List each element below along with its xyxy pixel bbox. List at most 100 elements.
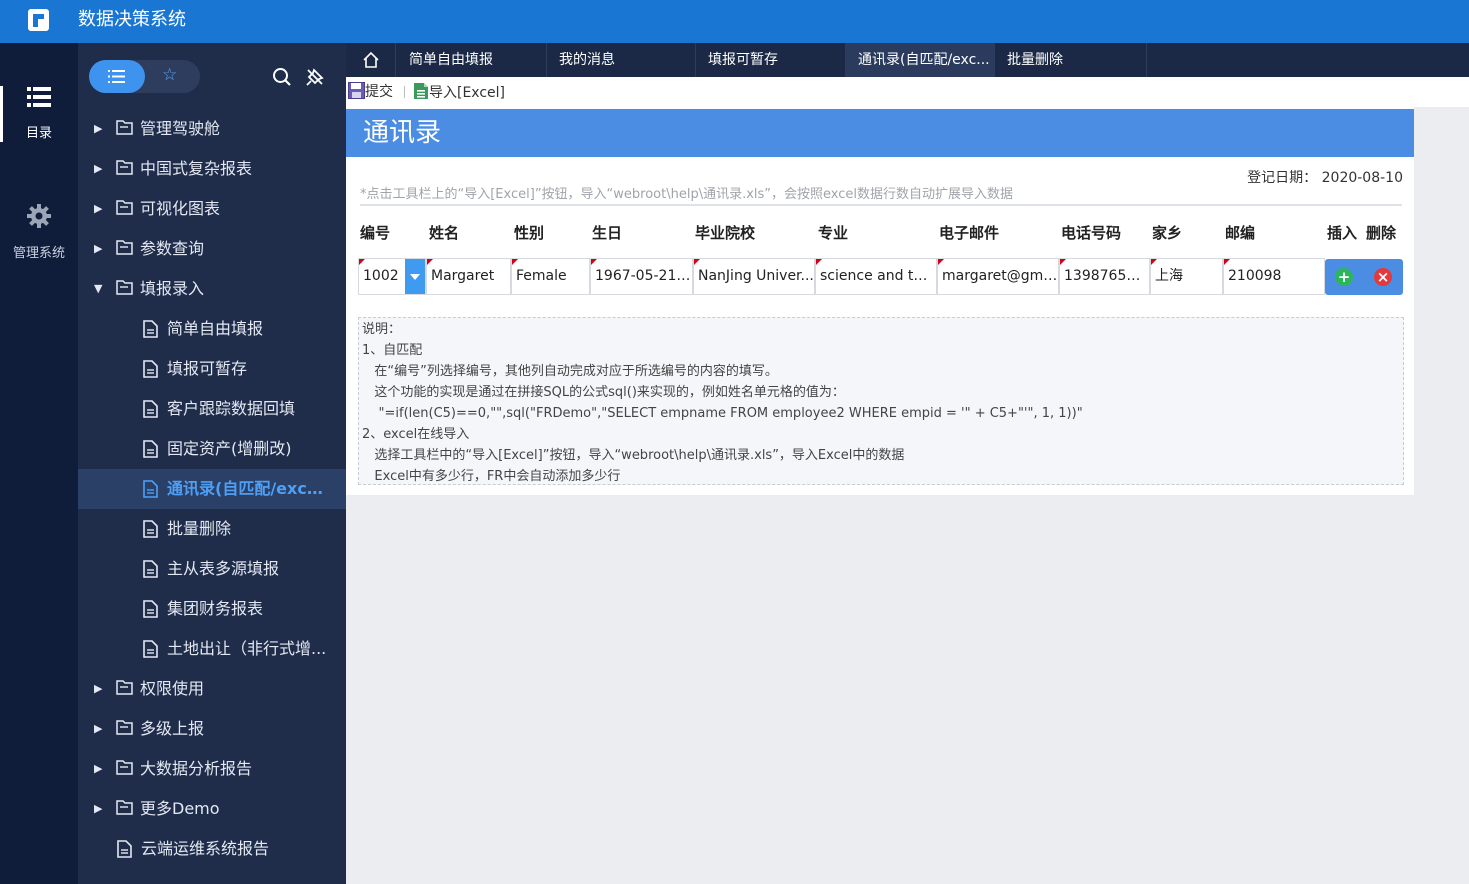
sidebar-item-label: 大数据分析报告 [140,759,253,778]
sidebar-item[interactable]: ▶ 可视化图表 [78,189,346,229]
col-header-phone: 电话号码 [1061,224,1122,242]
toolbar-divider [404,86,405,98]
folder-icon [116,720,133,735]
document-icon [143,440,158,458]
cell-value: science and tec... [820,268,937,284]
cell-birthday[interactable]: 1967-05-21 ... [590,258,693,295]
sidebar-item[interactable]: ▶ 权限使用 [78,669,346,709]
cell-value: 上海 [1155,268,1183,284]
cell-phone[interactable]: 139876546... [1059,258,1150,295]
sidebar-item[interactable]: 土地出让（非行式增... [78,629,346,669]
tab-fill-draft[interactable]: 填报可暂存 [696,43,846,77]
top-bar: 数据决策系统 [0,0,1469,43]
cell-name[interactable]: Margaret [426,258,511,295]
sidebar-item-label: 多级上报 [140,719,205,738]
caret-right-icon: ▶ [94,802,103,815]
sidebar-item-label: 填报录入 [140,279,205,298]
col-header-id: 编号 [360,224,391,242]
search-icon [273,68,291,86]
note-line: Excel中有多少行，FR中会自动添加多少行 [362,469,621,484]
rail-item-label: 目录 [25,126,52,141]
sidebar-item-label: 云端运维系统报告 [141,839,270,858]
sidebar-search-button[interactable] [272,67,292,87]
sidebar-item[interactable]: 客户跟踪数据回填 [78,389,346,429]
submit-button[interactable]: 提交 [348,82,393,102]
tab-batch-delete[interactable]: 批量删除 [995,43,1147,77]
sidebar-item[interactable]: 批量删除 [78,509,346,549]
register-date: 登记日期： 2020-08-10 [1247,167,1403,187]
document-icon [143,520,158,538]
register-date-label: 登记日期： [1247,170,1318,186]
sidebar-pin-button[interactable] [305,67,325,87]
col-header-hometown: 家乡 [1152,224,1183,242]
sidebar-item[interactable]: 填报可暂存 [78,349,346,389]
delete-row-button[interactable]: × [1374,268,1392,286]
sidebar-item[interactable]: 简单自由填报 [78,309,346,349]
cell-school[interactable]: NanJing Univer... [693,258,815,295]
cell-email[interactable]: margaret@gma... [937,258,1059,295]
caret-right-icon: ▶ [94,722,103,735]
col-header-gender: 性别 [514,224,545,242]
sidebar-item[interactable]: 固定资产(增删改) [78,429,346,469]
list-view-button[interactable] [89,60,145,93]
cell-value: 1967-05-21 ... [595,268,693,284]
excel-icon [414,83,428,99]
cell-value: margaret@gma... [942,268,1059,284]
left-rail: 目录 管理系统 [0,43,78,884]
cell-major[interactable]: science and tec... [815,258,937,295]
note-line: "=if(len(C5)==0,"",sql("FRDemo","SELECT … [362,406,1083,421]
gear-icon [27,204,51,228]
insert-row-button[interactable]: + [1335,268,1353,286]
report-toolbar: 提交 导入[Excel] [346,77,1469,107]
sidebar-item-label: 简单自由填报 [167,319,264,338]
sidebar-item[interactable]: ▶ 多级上报 [78,709,346,749]
home-icon [363,51,379,68]
sidebar-item[interactable]: 通讯录(自匹配/excel... [78,469,346,509]
col-header-zipcode: 邮编 [1225,224,1256,242]
tab-simple-fill[interactable]: 简单自由填报 [397,43,547,77]
tab-address-book[interactable]: 通讯录(自匹配/exc... [846,43,995,77]
sidebar-item[interactable]: ▼ 填报录入 [78,269,346,309]
col-header-delete: 删除 [1366,224,1397,242]
cell-value: 139876546... [1064,268,1150,284]
tab-my-messages[interactable]: 我的消息 [547,43,696,77]
caret-right-icon: ▶ [94,202,103,215]
sidebar-item-label: 更多Demo [140,799,220,818]
cell-gender[interactable]: Female [511,258,590,295]
report-notes: 说明： 1、自匹配 在“编号”列选择编号，其他列自动完成对应于所选编号的内容的填… [358,317,1404,485]
sidebar-item[interactable]: ▶ 更多Demo [78,789,346,829]
sidebar-item[interactable]: ▶ 参数查询 [78,229,346,269]
sidebar-item[interactable]: ▶ 管理驾驶舱 [78,109,346,149]
folder-icon [116,800,133,815]
col-header-name: 姓名 [429,224,460,242]
caret-right-icon: ▶ [94,762,103,775]
sidebar-item[interactable]: ▶ 大数据分析报告 [78,749,346,789]
cell-zipcode[interactable]: 210098 [1223,258,1325,295]
sidebar-item[interactable]: 主从表多源填报 [78,549,346,589]
col-header-major: 专业 [818,224,849,242]
report-title: 通讯录 [346,109,1414,157]
sidebar-item[interactable]: 云端运维系统报告 [78,829,346,869]
cell-hometown[interactable]: 上海 [1150,258,1223,295]
caret-right-icon: ▶ [94,162,103,175]
home-tab[interactable] [346,43,396,77]
list-icon [108,68,125,85]
submit-label: 提交 [365,84,393,100]
row-actions: + × [1325,259,1403,295]
sidebar-item[interactable]: ▶ 中国式复杂报表 [78,149,346,189]
rail-item-catalog[interactable]: 目录 [0,80,78,150]
document-icon [143,640,158,658]
rail-item-admin[interactable]: 管理系统 [0,203,78,273]
favorites-button[interactable]: ☆ [162,67,177,84]
note-line: 在“编号”列选择编号，其他列自动完成对应于所选编号的内容的填写。 [362,364,778,379]
sidebar-item[interactable]: 集团财务报表 [78,589,346,629]
report-sheet: 通讯录 登记日期： 2020-08-10 *点击工具栏上的“导入[Excel]”… [346,107,1414,495]
sidebar-item-label: 通讯录(自匹配/excel... [167,479,333,498]
note-line: 1、自匹配 [362,343,423,358]
rail-item-label: 管理系统 [12,246,65,261]
folder-icon [116,280,133,295]
folder-icon [116,240,133,255]
import-excel-button[interactable]: 导入[Excel] [413,82,505,102]
id-dropdown-button[interactable] [405,259,425,294]
folder-icon [116,760,133,775]
